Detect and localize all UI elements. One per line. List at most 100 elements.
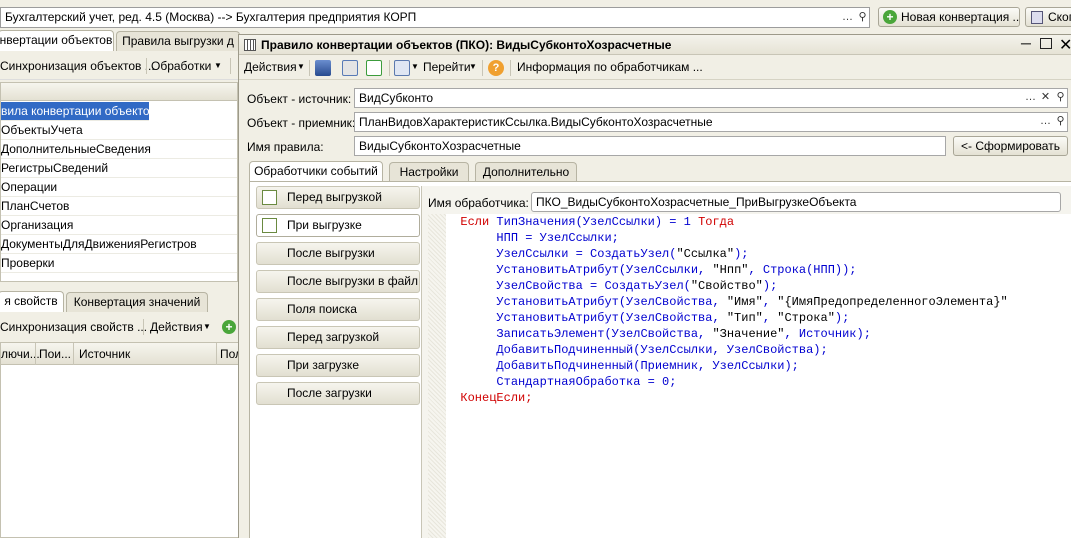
source-value: ВидСубконто [359,91,434,105]
source-field[interactable]: ВидСубконто [354,88,1068,108]
event-after-import[interactable]: После загрузки [256,382,420,405]
event-on-export[interactable]: При выгрузке [256,214,420,237]
new-conversion-label: Новая конвертация ... [901,10,1020,24]
dialog-title: Правило конвертации объектов (ПКО): Виды… [261,38,672,52]
chevron-down-icon[interactable]: ▼ [297,56,305,78]
toolbar-separator [482,60,483,76]
configuration-path-field[interactable]: Бухгалтерский учет, ред. 4.5 (Москва) --… [0,7,870,28]
goto-menu[interactable]: Перейти [423,56,471,78]
search-icon[interactable]: ⚲ [855,9,870,27]
tree-item[interactable]: ДокументыДляДвиженияРегистров [1,235,237,254]
handler-icon [262,218,277,233]
add-icon[interactable]: + [222,320,236,334]
handlers-info-button[interactable]: Информация по обработчикам ... [517,56,703,78]
new-conversion-button[interactable]: + Новая конвертация ... [878,7,1020,27]
tree-item-label: вила конвертации объектов [1,104,149,118]
column-header[interactable]: Пои... [39,347,71,361]
code-line: КонецЕсли; [460,391,533,405]
code-line: УзелСсылки = СоздатьУзел("Ссылка"); [496,247,749,261]
handler-name-field[interactable]: ПКО_ВидыСубконтоХозрасчетные_ПриВыгрузке… [531,192,1061,212]
refresh-icon[interactable] [366,60,382,76]
save-icon[interactable] [342,60,358,76]
toolbar-separator [309,60,310,76]
event-after-export[interactable]: После выгрузки [256,242,420,265]
code-line: Если ТипЗначения(УзелСсылки) = 1 Тогда [460,215,735,229]
event-label: При загрузке [287,358,359,372]
tree-header [1,83,237,101]
chevron-down-icon[interactable]: ▼ [214,55,222,77]
copy-label: Скоп [1048,10,1071,24]
tree-item[interactable]: ПланСчетов [1,197,237,216]
destination-field[interactable]: ПланВидовХарактеристикСсылка.ВидыСубконт… [354,112,1068,132]
tree-item-label: ДополнительныеСведения [1,142,151,156]
minimize-icon[interactable]: ─ [1021,35,1031,51]
chevron-down-icon[interactable]: ▼ [411,56,419,78]
code-line: ДобавитьПодчиненный(Приемник, УзелСсылки… [496,359,799,373]
handler-icon [262,190,277,205]
tree-item-label: РегистрыСведений [1,161,109,175]
tree-item[interactable]: ОбъектыУчета [1,121,237,140]
event-before-import[interactable]: Перед загрузкой [256,326,420,349]
tree-item-label: ДокументыДляДвиженияРегистров [1,237,197,251]
table-header: лючи... Пои... Источник Пол [1,343,242,365]
help-icon[interactable]: ? [488,60,504,76]
actions-menu[interactable]: Действия [244,56,297,78]
tree-item[interactable]: Проверки [1,254,237,273]
rule-name-field[interactable]: ВидыСубконтоХозрасчетные [354,136,946,156]
dialog-titlebar[interactable]: Правило конвертации объектов (ПКО): Виды… [239,35,1071,55]
search-icon[interactable]: ⚲ [1053,113,1068,131]
tab-object-conversion[interactable]: нвертации объектов [0,30,114,51]
tree-item[interactable]: Операции [1,178,237,197]
event-on-import[interactable]: При загрузке [256,354,420,377]
event-label: После выгрузки в файл [287,274,418,288]
tree-item-label: Операции [1,180,58,194]
event-label: При выгрузке [287,218,362,232]
close-icon[interactable]: ✕ [1059,35,1071,55]
properties-toolbar: Синхронизация свойств ... Действия ▼ + [0,313,240,341]
code-editor[interactable]: Если ТипЗначения(УзелСсылки) = 1 Тогда Н… [446,214,1071,538]
tab-settings[interactable]: Настройки [389,162,469,182]
navigate-icon[interactable] [394,60,410,76]
select-dots-icon[interactable]: … [1038,113,1053,131]
select-dots-icon[interactable]: … [840,9,855,27]
add-icon: + [883,10,897,24]
column-header[interactable]: Источник [79,347,130,361]
copy-button[interactable]: Скоп [1025,7,1071,27]
code-line: УзелСвойства = СоздатьУзел("Свойство"); [496,279,778,293]
source-label: Объект - источник: [247,92,352,106]
tab-value-conversion[interactable]: Конвертация значений [66,292,208,312]
code-line: ДобавитьПодчиненный(УзелСсылки, УзелСвой… [496,343,828,357]
tab-property-conversion[interactable]: я свойств [0,291,64,312]
rule-name-value: ВидыСубконтоХозрасчетные [359,139,521,153]
clear-icon[interactable]: ✕ [1038,89,1053,107]
handlers-menu[interactable]: Обработки [151,55,211,77]
tree-item-root[interactable]: вила конвертации объектов [1,102,149,121]
save-close-icon[interactable] [315,60,331,76]
configuration-path-text: Бухгалтерский учет, ред. 4.5 (Москва) --… [5,10,417,24]
tab-export-rules[interactable]: Правила выгрузки д [116,31,240,51]
event-after-export-to-file[interactable]: После выгрузки в файл [256,270,420,293]
event-label: После выгрузки [287,246,375,260]
tree-item[interactable]: Организация [1,216,237,235]
select-dots-icon[interactable]: … [1023,89,1038,107]
search-icon[interactable]: ⚲ [1053,89,1068,107]
tree-item[interactable]: РегистрыСведений [1,159,237,178]
event-search-fields[interactable]: Поля поиска [256,298,420,321]
column-divider [73,343,74,365]
tab-event-handlers[interactable]: Обработчики событий [249,161,383,182]
maximize-icon[interactable] [1040,38,1052,49]
tab-additional[interactable]: Дополнительно [475,162,577,182]
column-header[interactable]: лючи... [1,347,40,361]
generate-name-button[interactable]: <- Сформировать [953,136,1068,156]
chevron-down-icon[interactable]: ▼ [469,56,477,78]
toolbar-separator [389,60,390,76]
sync-properties-button[interactable]: Синхронизация свойств ... [0,316,147,338]
dialog-toolbar: Действия ▼ ▼ Перейти ▼ ? Информация по о… [239,56,1071,80]
generate-name-label: <- Сформировать [961,139,1060,153]
chevron-down-icon[interactable]: ▼ [203,316,211,338]
event-before-export[interactable]: Перед выгрузкой [256,186,420,209]
actions-menu[interactable]: Действия [150,316,203,338]
code-line: СтандартнаяОбработка = 0; [496,375,677,389]
sync-objects-button[interactable]: Синхронизация объектов ... [0,55,155,77]
tree-item[interactable]: ДополнительныеСведения [1,140,237,159]
